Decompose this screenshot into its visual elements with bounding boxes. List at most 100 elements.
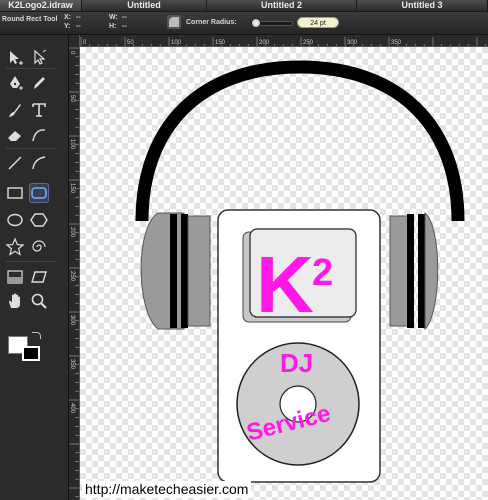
hexagon-icon bbox=[30, 213, 48, 227]
pen-nib-icon bbox=[10, 76, 23, 90]
pen-tool[interactable] bbox=[5, 73, 25, 93]
swap-colors-icon[interactable] bbox=[32, 332, 41, 339]
ruler-label: 0 bbox=[83, 40, 87, 46]
rounded-rectangle-icon bbox=[31, 187, 47, 199]
h-value: -- bbox=[122, 23, 127, 30]
corner-radius-label: Corner Radius: bbox=[186, 19, 237, 26]
document-tab-bar: K2Logo2.idraw Untitled Untitled 2 Untitl… bbox=[0, 0, 488, 12]
tab-untitled-3[interactable]: Untitled 3 bbox=[357, 0, 488, 11]
ruler-label: 150 bbox=[215, 40, 226, 46]
horizontal-ruler[interactable]: 0 50 100 150 200 250 300 350 bbox=[79, 35, 488, 47]
ruler-label: 250 bbox=[69, 271, 75, 282]
x-value: -- bbox=[76, 14, 81, 21]
ruler-label: 200 bbox=[259, 40, 270, 46]
pencil-tool[interactable] bbox=[29, 73, 49, 93]
rectangle-tool[interactable] bbox=[5, 183, 25, 203]
divider bbox=[6, 68, 56, 69]
eraser-tool[interactable] bbox=[5, 125, 25, 145]
ruler-label: 400 bbox=[69, 403, 75, 414]
corner-radius-value: 24 pt bbox=[310, 20, 326, 27]
ruler-label: 50 bbox=[127, 40, 134, 46]
ruler-label: 0 bbox=[69, 51, 75, 55]
divider bbox=[6, 261, 56, 262]
line-tool[interactable] bbox=[5, 153, 25, 173]
ruler-label: 150 bbox=[69, 183, 75, 194]
stroke-swatch[interactable] bbox=[22, 346, 40, 361]
w-value: -- bbox=[122, 14, 127, 21]
logo-k: K bbox=[256, 240, 314, 329]
brush-tool[interactable] bbox=[5, 100, 25, 120]
right-earcup bbox=[424, 211, 439, 331]
left-earcup-face bbox=[187, 215, 211, 327]
w-label: W: bbox=[109, 14, 118, 21]
left-earcup bbox=[140, 212, 185, 330]
ruler-label: 300 bbox=[347, 40, 358, 46]
vertical-ruler-ticks: 0 50 100 150 200 250 300 350 400 bbox=[68, 47, 79, 498]
fill-stroke-swatch[interactable] bbox=[8, 332, 46, 364]
corner-radius-icon bbox=[167, 15, 181, 29]
ruler-label: 350 bbox=[69, 359, 75, 370]
logo-2: 2 bbox=[312, 252, 333, 294]
spiral-tool[interactable] bbox=[29, 237, 49, 257]
spiral-icon bbox=[32, 240, 46, 252]
divider bbox=[6, 148, 56, 149]
ruler-label: 350 bbox=[391, 40, 402, 46]
round-rect-tool[interactable] bbox=[29, 183, 49, 203]
text-tool[interactable] bbox=[29, 100, 49, 120]
ellipse-tool[interactable] bbox=[5, 210, 25, 230]
k2-logo-artwork[interactable]: K 2 DJ Service bbox=[80, 47, 488, 500]
drawing-canvas[interactable]: K 2 DJ Service bbox=[80, 47, 488, 500]
pencil-icon bbox=[34, 77, 45, 89]
vertical-ruler[interactable]: 0 50 100 150 200 250 300 350 400 bbox=[68, 35, 80, 500]
gradient-tool[interactable] bbox=[5, 267, 25, 287]
magnifier-icon bbox=[31, 293, 47, 309]
corner-radius-stepper[interactable]: 24 pt bbox=[297, 17, 339, 28]
corner-radius-slider-knob[interactable] bbox=[251, 18, 261, 28]
skew-icon bbox=[31, 271, 47, 283]
y-label: Y: bbox=[64, 23, 71, 30]
horizontal-ruler-ticks: 0 50 100 150 200 250 300 350 bbox=[80, 37, 487, 46]
left-earcup-stripe-outer bbox=[170, 214, 177, 328]
ellipse-icon bbox=[7, 213, 23, 227]
ruler-label: 250 bbox=[303, 40, 314, 46]
rectangle-icon bbox=[7, 187, 23, 199]
curve-icon bbox=[32, 129, 46, 142]
ruler-label: 300 bbox=[69, 315, 75, 326]
arrow-hollow-icon bbox=[34, 49, 47, 65]
left-earcup-stripe-inner bbox=[181, 214, 188, 328]
tool-name: Round Rect Tool bbox=[2, 16, 58, 23]
hand-icon bbox=[9, 293, 20, 308]
y-value: -- bbox=[76, 23, 81, 30]
right-earcup-stripe-inner bbox=[407, 214, 414, 328]
ruler-label: 200 bbox=[69, 227, 75, 238]
h-label: H: bbox=[109, 23, 117, 30]
selection-tool[interactable] bbox=[5, 48, 25, 68]
arrow-plus-icon bbox=[10, 51, 23, 65]
direct-selection-tool[interactable] bbox=[29, 48, 49, 68]
star-icon bbox=[5, 237, 25, 256]
text-t-icon bbox=[32, 103, 46, 117]
ruler-label: 100 bbox=[171, 40, 182, 46]
tab-untitled-2[interactable]: Untitled 2 bbox=[207, 0, 357, 11]
arc-icon bbox=[32, 156, 46, 170]
transform-tool[interactable] bbox=[29, 267, 49, 287]
tab-untitled[interactable]: Untitled bbox=[82, 0, 207, 11]
arc-tool[interactable] bbox=[29, 153, 49, 173]
polygon-tool[interactable] bbox=[29, 210, 49, 230]
x-label: X: bbox=[64, 14, 71, 21]
ruler-label: 50 bbox=[69, 95, 75, 102]
zoom-tool[interactable] bbox=[29, 291, 49, 311]
ruler-label: 100 bbox=[69, 139, 75, 150]
tool-palette bbox=[0, 35, 69, 500]
disc-text-dj: DJ bbox=[280, 348, 313, 378]
star-tool[interactable] bbox=[5, 237, 25, 257]
gradient-icon bbox=[7, 270, 23, 284]
tab-k2logo2[interactable]: K2Logo2.idraw bbox=[0, 0, 82, 11]
right-earcup-stripe-outer bbox=[418, 214, 425, 328]
brush-icon bbox=[9, 104, 21, 117]
curve-tool[interactable] bbox=[29, 125, 49, 145]
headphone-band bbox=[135, 60, 465, 222]
watermark-url: http://maketecheasier.com bbox=[82, 481, 252, 498]
tool-options-bar: Round Rect Tool X: -- Y: -- W: -- H: -- … bbox=[0, 12, 488, 35]
hand-tool[interactable] bbox=[5, 291, 25, 311]
